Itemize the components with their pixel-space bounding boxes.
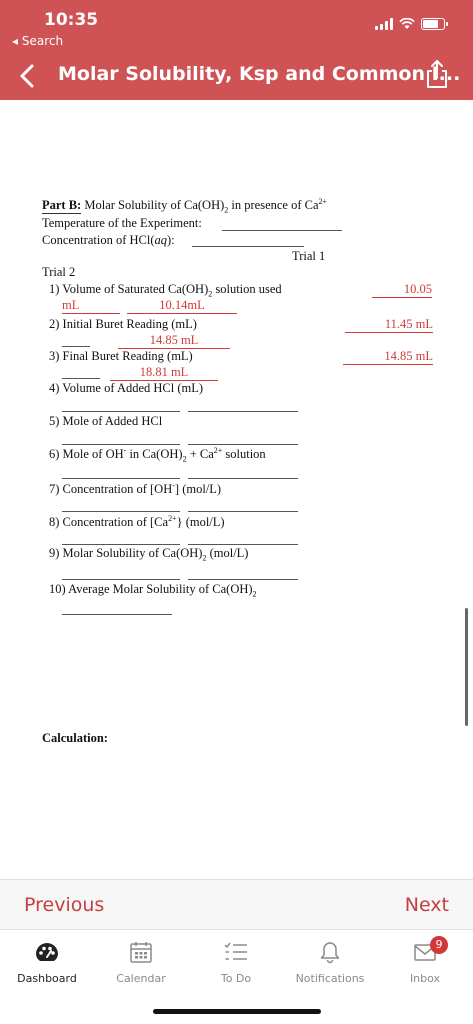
q7-label: 7) Concentration of [OH [49, 482, 173, 497]
part-title: Molar Solubility of Ca(OH) [81, 198, 225, 213]
back-to-search-link[interactable]: ◂ Search [12, 34, 63, 48]
q8-rest: } (mol/L) [176, 515, 225, 530]
part-label: Part B: [42, 198, 82, 215]
q7-rest: ] (mol/L) [174, 482, 222, 497]
tab-todo-label: To Do [220, 972, 252, 985]
tab-inbox[interactable]: 9 Inbox [380, 936, 470, 985]
share-icon[interactable] [423, 58, 451, 90]
q1-trial1-value: 10.05 [372, 282, 432, 298]
tab-todo[interactable]: To Do [191, 938, 281, 985]
question-7: 7) Concentration of [OH-] (mol/L) [49, 481, 221, 497]
q9-rest: (mol/L) [206, 546, 249, 560]
aq-text: aq [154, 233, 167, 247]
calendar-icon [130, 942, 152, 963]
question-4: 4) Volume of Added HCl (mL) [49, 381, 204, 395]
q6-blank-2 [188, 478, 298, 479]
q8-blank-2 [188, 544, 298, 545]
q6-rest3: solution [222, 447, 266, 462]
q4-blank-1 [62, 411, 180, 412]
todo-icon [224, 942, 247, 960]
temperature-blank [222, 230, 342, 231]
tab-dashboard-label: Dashboard [17, 972, 77, 985]
q8-label: 8) Concentration of [Ca [49, 515, 169, 530]
tab-notifications[interactable]: Notifications [285, 938, 375, 985]
q10-label: 10) Average Molar Solubility of Ca(OH) [49, 582, 253, 596]
question-3: 3) Final Buret Reading (mL) [49, 349, 193, 363]
trial2-header: Trial 2 [42, 265, 76, 279]
page-title: Molar Solubility, Ksp and Common I... [58, 63, 461, 85]
superscript: 2+ [213, 446, 223, 455]
q9-label: 9) Molar Solubility of Ca(OH) [49, 546, 203, 560]
dashboard-icon [36, 943, 58, 961]
question-10: 10) Average Molar Solubility of Ca(OH)2 [49, 582, 257, 599]
back-chevron-icon[interactable] [12, 60, 44, 92]
previous-button[interactable]: Previous [24, 894, 104, 916]
q6-rest2: + Ca [186, 447, 214, 462]
q7-blank-1 [62, 511, 180, 512]
calculation-label: Calculation: [42, 731, 108, 745]
question-6: 6) Mole of OH- in Ca(OH)2 + Ca2+ solutio… [49, 446, 266, 464]
tab-inbox-label: Inbox [409, 972, 441, 985]
temperature-label: Temperature of the Experiment: [42, 216, 202, 230]
scrollbar-thumb[interactable] [465, 608, 468, 726]
q3-trial2-blank [62, 378, 100, 379]
q9-blank-2 [188, 579, 298, 580]
status-time: 10:35 [44, 10, 99, 30]
tab-notifications-label: Notifications [295, 972, 365, 985]
signal-icon [375, 18, 393, 30]
concentration-blank [192, 246, 304, 247]
part-title-rest: in presence of Ca [228, 198, 319, 213]
q1-trial2-value: 10.14mL [127, 298, 237, 314]
question-1: 1) Volume of Saturated Ca(OH)2 solution … [49, 282, 282, 299]
pager-bar: Previous Next [0, 879, 473, 929]
tab-dashboard[interactable]: Dashboard [2, 938, 92, 985]
q5-blank-2 [188, 444, 298, 445]
question-5: 5) Mole of Added HCl [49, 414, 163, 428]
q1-label: 1) Volume of Saturated Ca(OH) [49, 282, 209, 296]
concentration-label: Concentration of HCl(aq): [42, 233, 175, 248]
q2-trial2-blank [62, 346, 90, 347]
question-2: 2) Initial Buret Reading (mL) [49, 317, 197, 331]
q3-trial2-value: 18.81 mL [110, 365, 218, 381]
q9-blank-1 [62, 579, 180, 580]
part-b-heading: Part B: Molar Solubility of Ca(OH)2 in p… [42, 197, 327, 215]
app-header: 10:35 ◂ Search Molar Solubility, Ksp and… [0, 0, 473, 100]
q6-label: 6) Mole of OH [49, 447, 124, 462]
q2-trial1-value: 11.45 mL [345, 317, 433, 333]
q7-blank-2 [188, 511, 298, 512]
q5-blank-1 [62, 444, 180, 445]
question-8: 8) Concentration of [Ca2+} (mol/L) [49, 514, 225, 530]
superscript: 2+ [318, 197, 328, 206]
q2-trial2-value: 14.85 mL [118, 333, 230, 349]
bell-icon [320, 942, 340, 964]
next-button[interactable]: Next [405, 894, 449, 916]
inbox-badge: 9 [430, 936, 448, 954]
battery-icon [421, 18, 448, 30]
q6-blank-1 [62, 478, 180, 479]
status-icons [375, 16, 448, 30]
document-viewer[interactable]: Part B: Molar Solubility of Ca(OH) 2 in p… [0, 100, 473, 878]
q1-rest: solution used [212, 282, 282, 296]
wifi-icon [399, 18, 415, 29]
tab-calendar-label: Calendar [116, 972, 166, 985]
question-9: 9) Molar Solubility of Ca(OH)2 (mol/L) [49, 546, 248, 563]
concentration-text: Concentration of HCl( [42, 233, 155, 247]
subscript: 2 [252, 589, 257, 599]
q6-rest: in Ca(OH) [126, 447, 183, 462]
q8-blank-1 [62, 544, 180, 545]
concentration-close: ): [166, 233, 175, 247]
q3-trial1-value: 14.85 mL [343, 349, 433, 365]
trial1-header: Trial 1 [292, 249, 326, 263]
tab-calendar[interactable]: Calendar [96, 938, 186, 985]
home-indicator[interactable] [153, 1009, 321, 1014]
q4-blank-2 [188, 411, 298, 412]
superscript: 2+ [168, 514, 177, 523]
q1-unit: mL [62, 298, 120, 314]
q10-blank [62, 614, 172, 615]
